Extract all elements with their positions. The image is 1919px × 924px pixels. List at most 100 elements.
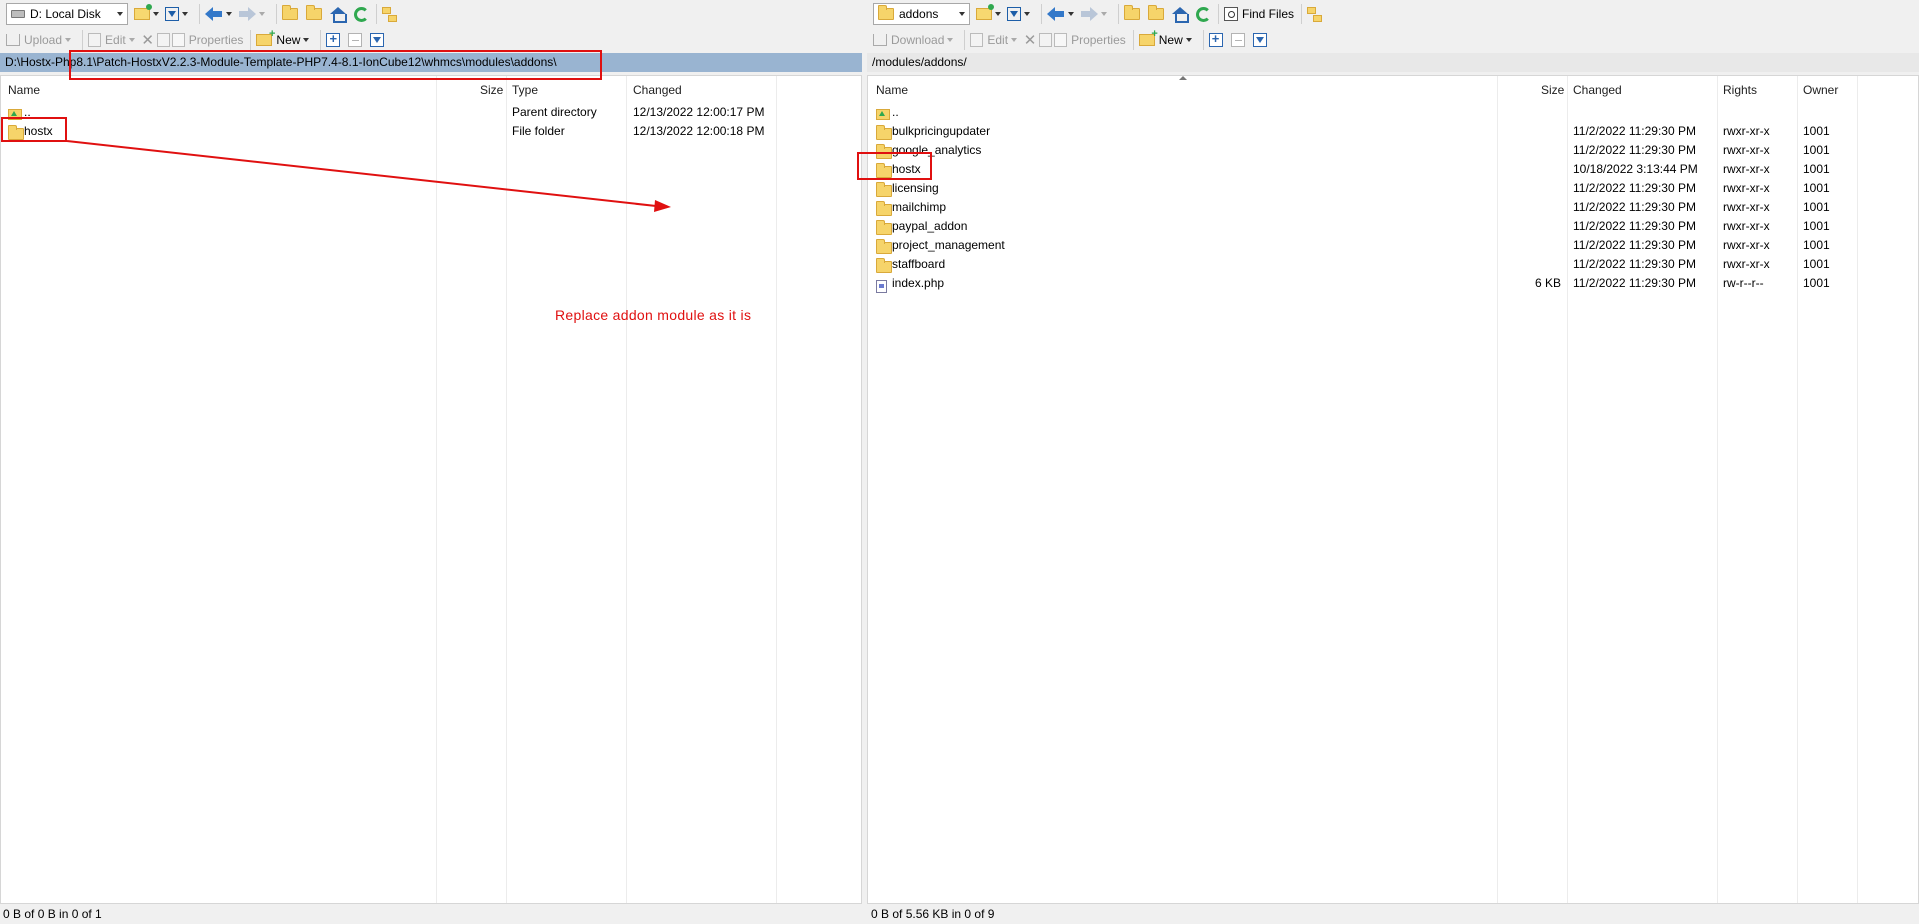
table-row[interactable]: paypal_addon 11/2/2022 11:29:30 PM rwxr-… [868,216,1918,235]
column-header-name[interactable]: Name [876,83,908,97]
parent-directory-button[interactable] [282,3,298,25]
root-directory-button[interactable] [306,3,322,25]
table-row[interactable]: licensing 11/2/2022 11:29:30 PM rwxr-xr-… [868,178,1918,197]
download-button[interactable]: Download [873,29,957,51]
file-changed: 11/2/2022 11:29:30 PM [1573,181,1696,195]
properties-button[interactable]: Properties [1054,29,1126,51]
local-list-header: Name Size Type Changed [1,76,861,102]
chevron-down-icon[interactable] [128,38,135,42]
chevron-down-icon[interactable] [153,12,159,16]
chevron-down-icon[interactable] [1024,12,1030,16]
column-header-rights[interactable]: Rights [1723,83,1757,97]
chevron-down-icon[interactable] [1011,38,1018,42]
table-row[interactable]: .. [868,102,1918,121]
parent-folder-icon [1124,5,1140,20]
back-button[interactable] [1047,3,1078,25]
upload-button[interactable]: Upload [6,29,75,51]
home-directory-button[interactable] [1172,3,1189,25]
edit-button[interactable]: Edit [88,29,139,51]
root-directory-button[interactable] [1148,3,1164,25]
column-header-changed[interactable]: Changed [633,83,682,97]
parent-directory-button[interactable] [1124,3,1140,25]
column-header-size[interactable]: Size [480,83,503,97]
rename-button[interactable] [1039,29,1053,51]
table-row[interactable]: project_management 11/2/2022 11:29:30 PM… [868,235,1918,254]
table-row[interactable]: mailchimp 11/2/2022 11:29:30 PM rwxr-xr-… [868,197,1918,216]
table-row[interactable]: .. Parent directory 12/13/2022 12:00:17 … [1,102,861,121]
file-owner: 1001 [1803,238,1830,252]
filter-files-button[interactable] [1252,29,1267,51]
new-button[interactable]: New [1138,28,1196,51]
forward-button[interactable] [238,3,269,25]
chevron-down-icon[interactable] [226,12,232,16]
edit-icon [970,33,984,47]
chevron-down-icon[interactable] [259,12,265,16]
chevron-down-icon[interactable] [182,12,188,16]
unselect-files-button[interactable] [1230,29,1245,51]
column-header-owner[interactable]: Owner [1803,83,1838,97]
back-arrow-icon [1047,7,1065,21]
folder-icon [878,5,894,20]
back-button[interactable] [205,3,236,25]
properties-button[interactable]: Properties [171,29,243,51]
select-files-button[interactable] [1208,29,1223,51]
rename-button[interactable] [156,29,170,51]
filter-button[interactable] [165,3,192,25]
filter-icon [1252,33,1267,47]
tree-toggle-button[interactable] [382,3,397,25]
column-header-changed[interactable]: Changed [1573,83,1622,97]
drive-icon [11,10,25,18]
file-owner: 1001 [1803,143,1830,157]
refresh-button[interactable] [1196,3,1211,25]
tree-toggle-button[interactable] [1307,3,1323,25]
column-header-type[interactable]: Type [512,83,538,97]
new-button[interactable]: New [256,28,313,51]
remote-status-bar: 0 B of 5.56 KB in 0 of 9 [867,904,1919,924]
table-row[interactable]: google_analytics 11/2/2022 11:29:30 PM r… [868,140,1918,159]
column-divider [436,76,437,903]
edit-button[interactable]: Edit [970,29,1021,51]
chevron-down-icon[interactable] [65,38,72,42]
root-folder-icon [306,5,322,20]
chevron-down-icon[interactable] [1068,12,1074,16]
chevron-down-icon [959,12,965,16]
home-directory-button[interactable] [330,3,347,25]
table-row[interactable]: index.php 6 KB 11/2/2022 11:29:30 PM rw-… [868,273,1918,293]
unselect-files-button[interactable] [348,29,363,51]
filter-files-button[interactable] [370,29,385,51]
column-header-name[interactable]: Name [8,83,40,97]
table-row[interactable]: hostx File folder 12/13/2022 12:00:18 PM [1,121,861,140]
filter-button[interactable] [1007,3,1034,25]
chevron-down-icon[interactable] [303,38,310,42]
file-rights: rw-r--r-- [1723,276,1764,290]
column-header-size[interactable]: Size [1541,83,1564,97]
plus-box-icon [1208,31,1223,47]
find-files-button[interactable]: Find Files [1224,3,1294,25]
local-path-bar[interactable]: D:\Hostx-Php8.1\Patch-HostxV2.2.3-Module… [0,53,862,72]
refresh-button[interactable] [354,3,369,25]
forward-button[interactable] [1080,3,1111,25]
remote-path-bar[interactable]: /modules/addons/ [867,53,1919,72]
chevron-down-icon[interactable] [995,12,1001,16]
table-row[interactable]: hostx 10/18/2022 3:13:44 PM rwxr-xr-x 10… [868,159,1918,178]
delete-button[interactable]: ✕ [1023,29,1037,51]
toolbar-separator [1218,4,1219,24]
chevron-down-icon[interactable] [1185,38,1192,42]
toolbar-separator [1202,30,1204,50]
chevron-down-icon[interactable] [1101,12,1107,16]
local-file-list[interactable]: Name Size Type Changed .. Parent directo… [0,75,862,904]
drive-selector[interactable]: D: Local Disk [6,3,128,25]
remote-directory-selector[interactable]: addons [873,3,970,25]
toolbar-separator [320,30,322,50]
remote-file-list[interactable]: Name Size Changed Rights Owner .. bulkpr… [867,75,1919,904]
open-directory-button[interactable] [134,3,163,25]
file-changed: 11/2/2022 11:29:30 PM [1573,124,1696,138]
table-row[interactable]: staffboard 11/2/2022 11:29:30 PM rwxr-xr… [868,254,1918,273]
delete-button[interactable]: ✕ [141,29,155,51]
open-directory-button[interactable] [976,3,1005,25]
table-row[interactable]: bulkpricingupdater 11/2/2022 11:29:30 PM… [868,121,1918,140]
chevron-down-icon[interactable] [947,38,954,42]
select-files-button[interactable] [326,29,341,51]
file-rights: rwxr-xr-x [1723,162,1770,176]
remote-toolbar-2: Download Edit ✕ Properties New [867,27,1269,53]
